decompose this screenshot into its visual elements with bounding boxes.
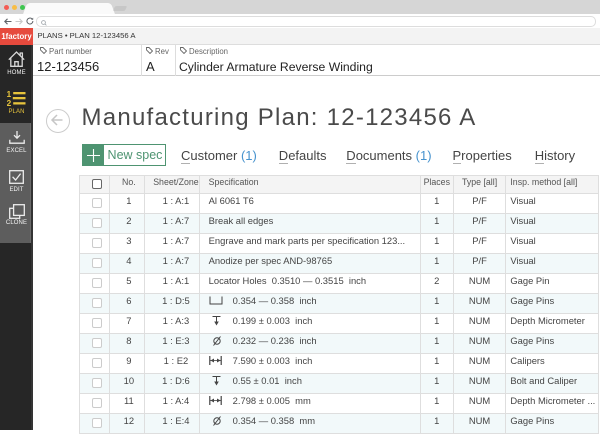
svg-text:2: 2 [7, 98, 12, 106]
